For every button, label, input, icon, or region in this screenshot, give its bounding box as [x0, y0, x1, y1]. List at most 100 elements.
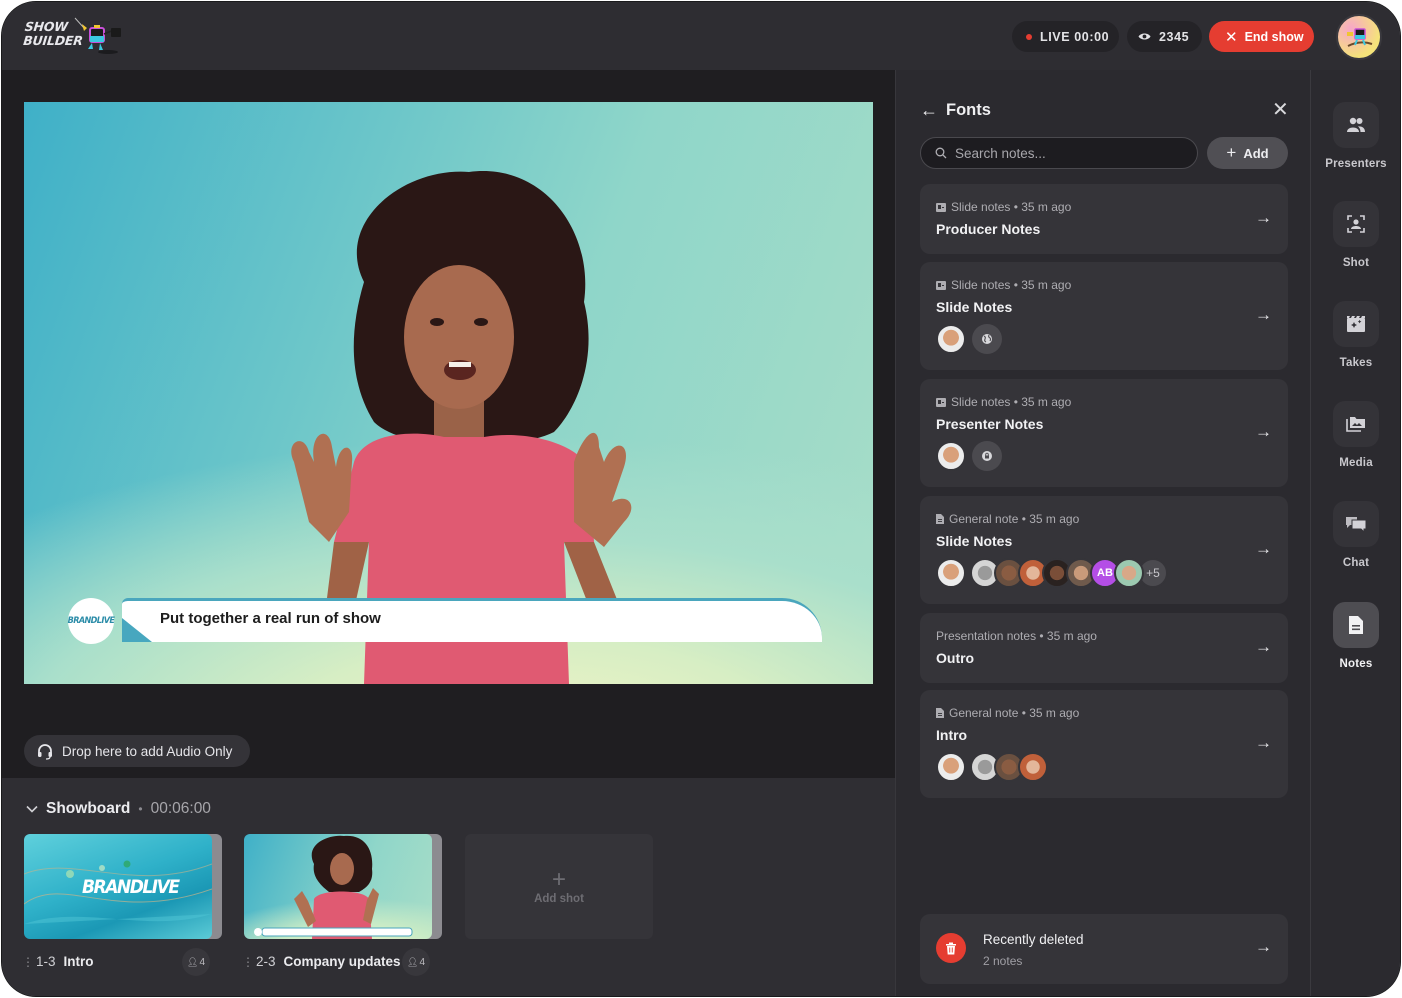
end-show-button[interactable]: ✕ End show	[1209, 21, 1314, 52]
headphones-icon	[38, 744, 52, 760]
plus-icon: +	[551, 865, 566, 893]
note-card[interactable]: Slide notes • 35 m ago Producer Notes →	[920, 184, 1288, 254]
slide-icon	[936, 397, 946, 407]
app-window: SHOW BUILDER LIVE 00:00 2345 ✕ End show …	[2, 2, 1400, 996]
arrow-right-icon[interactable]: →	[1255, 733, 1272, 753]
top-bar: SHOW BUILDER LIVE 00:00 2345 ✕ End show	[2, 2, 1400, 70]
arrow-right-icon[interactable]: →	[1255, 208, 1272, 228]
rail-item-media[interactable]: Media	[1311, 401, 1400, 469]
audio-drop-zone[interactable]: Drop here to add Audio Only	[24, 735, 250, 767]
media-icon	[1346, 417, 1365, 432]
collaborator-avatars	[936, 324, 1002, 354]
chevron-down-icon[interactable]	[26, 805, 38, 813]
close-icon: ✕	[1225, 28, 1238, 46]
arrow-right-icon[interactable]: →	[1255, 422, 1272, 442]
search-notes-field[interactable]	[920, 137, 1198, 169]
lower-third-banner: Put together a real run of show	[122, 598, 826, 644]
document-icon	[936, 708, 944, 718]
drag-handle-icon[interactable]: ⋮	[22, 955, 34, 969]
trash-icon	[936, 933, 966, 963]
note-title: Producer Notes	[936, 221, 1041, 237]
brand-badge: BRANDLIVE	[68, 598, 115, 644]
arrow-right-icon[interactable]: →	[1255, 305, 1272, 325]
live-indicator: LIVE 00:00	[1012, 21, 1119, 52]
arrow-right-icon[interactable]: →	[1255, 637, 1272, 657]
note-card[interactable]: Slide notes • 35 m ago Slide Notes →	[920, 262, 1288, 370]
program-preview[interactable]: BRANDLIVE Put together a real run of sho…	[24, 102, 873, 684]
showboard: Showboard • 00:06:00 BRANDLIVE ⋮ 1-3 Int…	[2, 778, 895, 996]
avatar	[936, 441, 966, 471]
mascot-avatar-icon	[1347, 28, 1373, 47]
takes-icon	[1347, 316, 1365, 332]
note-meta: General note • 35 m ago	[936, 512, 1079, 526]
person-icon: 👤︎	[407, 956, 419, 967]
presenters-icon	[1347, 117, 1365, 132]
shot-label: ⋮ 2-3 Company updates	[242, 954, 401, 969]
globe-icon	[972, 324, 1002, 354]
collaborator-avatars	[936, 752, 1048, 782]
note-title: Presenter Notes	[936, 416, 1044, 432]
add-note-button[interactable]: + Add	[1207, 137, 1288, 169]
rail-item-notes[interactable]: Notes	[1311, 602, 1400, 670]
notes-panel: ← Fonts ✕ + Add Slide notes • 35 m ago P…	[895, 70, 1310, 996]
note-meta: Slide notes • 35 m ago	[936, 278, 1071, 292]
slide-icon	[936, 202, 946, 212]
note-card[interactable]: Slide notes • 35 m ago Presenter Notes →	[920, 379, 1288, 487]
panel-title: Fonts	[946, 101, 991, 119]
recently-deleted-card[interactable]: Recently deleted 2 notes →	[920, 914, 1288, 984]
shot-icon	[1347, 215, 1365, 233]
drag-handle-icon[interactable]: ⋮	[242, 955, 254, 969]
collaborator-avatars: AB +5	[936, 558, 1168, 588]
search-icon	[935, 147, 947, 159]
note-title: Outro	[936, 650, 975, 666]
shot-thumbnail[interactable]	[244, 834, 432, 939]
live-dot-icon	[1026, 33, 1032, 40]
search-input[interactable]	[955, 145, 1175, 161]
user-avatar[interactable]	[1336, 14, 1382, 60]
stage-area: BRANDLIVE Put together a real run of sho…	[2, 70, 895, 778]
brandlive-thumb-text: BRANDLIVE	[82, 876, 180, 898]
note-meta: Slide notes • 35 m ago	[936, 200, 1071, 214]
arrow-right-icon[interactable]: →	[1255, 539, 1272, 559]
rail-item-chat[interactable]: Chat	[1311, 501, 1400, 569]
panel-header: ← Fonts	[920, 100, 991, 121]
recently-deleted-title: Recently deleted	[983, 932, 1084, 947]
add-shot-button[interactable]: + Add shot	[465, 834, 653, 939]
deleted-count: 2 notes	[983, 954, 1023, 968]
rail-item-takes[interactable]: Takes	[1311, 301, 1400, 369]
person-icon: 👤︎	[187, 956, 199, 967]
collaborator-avatars	[936, 441, 1002, 471]
presenter-count-badge[interactable]: 👤︎ 4	[402, 948, 430, 976]
note-meta: Presentation notes • 35 m ago	[936, 629, 1097, 643]
avatar	[936, 752, 966, 782]
chat-icon	[1346, 517, 1367, 533]
lower-third-text: Put together a real run of show	[160, 610, 381, 627]
avatar	[1114, 558, 1144, 588]
note-title: Slide Notes	[936, 533, 1013, 549]
showboard-header[interactable]: Showboard • 00:06:00	[26, 800, 211, 818]
note-card[interactable]: General note • 35 m ago Intro →	[920, 690, 1288, 798]
back-arrow-icon[interactable]: ←	[920, 100, 938, 121]
note-card[interactable]: General note • 35 m ago Slide Notes → AB…	[920, 496, 1288, 604]
rail-item-shot[interactable]: Shot	[1311, 201, 1400, 269]
eye-icon	[1138, 33, 1151, 40]
show-builder-logo[interactable]: SHOW BUILDER	[23, 16, 134, 58]
rail-item-presenters[interactable]: Presenters	[1311, 102, 1400, 170]
arrow-right-icon[interactable]: →	[1255, 937, 1272, 957]
showboard-duration: 00:06:00	[150, 800, 211, 817]
note-meta: General note • 35 m ago	[936, 706, 1079, 720]
avatar	[1018, 752, 1048, 782]
note-meta: Slide notes • 35 m ago	[936, 395, 1071, 409]
notes-icon	[1349, 616, 1363, 634]
showboard-title: Showboard	[46, 800, 131, 817]
shot-label: ⋮ 1-3 Intro	[22, 954, 94, 969]
note-card[interactable]: Presentation notes • 35 m ago Outro →	[920, 613, 1288, 683]
shot-thumbnail[interactable]: BRANDLIVE	[24, 834, 212, 939]
presenter-count-badge[interactable]: 👤︎ 4	[182, 948, 210, 976]
avatar	[936, 558, 966, 588]
note-title: Intro	[936, 727, 968, 743]
document-icon	[936, 514, 944, 524]
close-panel-button[interactable]: ✕	[1272, 100, 1289, 120]
right-tool-rail: Presenters Shot Takes Media Chat Notes	[1310, 70, 1400, 996]
note-title: Slide Notes	[936, 299, 1013, 315]
